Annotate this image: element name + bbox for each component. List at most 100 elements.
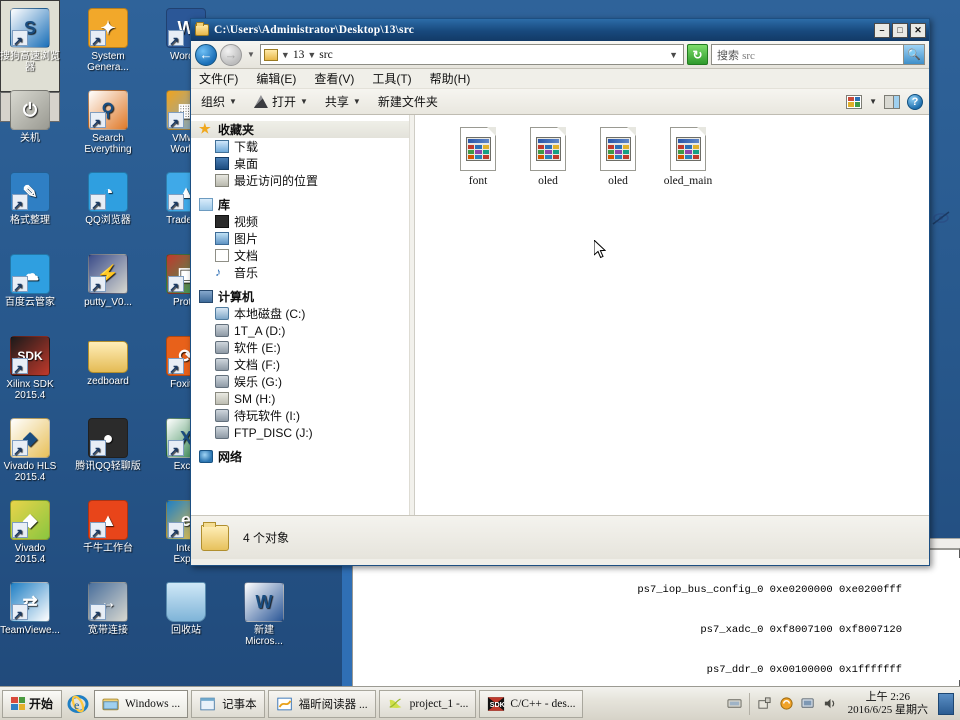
network-monitor-icon[interactable] xyxy=(727,696,742,711)
console-line: ps7_xadc_0 0xf8007100 0xf8007120 xyxy=(700,624,902,637)
nav-item[interactable]: 本地磁盘 (C:) xyxy=(191,305,414,322)
nav-group: 网络 xyxy=(191,448,414,465)
nav-item[interactable]: 娱乐 (G:) xyxy=(191,373,414,390)
start-button[interactable]: 开始 xyxy=(2,689,63,718)
menu-tools[interactable]: 工具(T) xyxy=(372,70,411,87)
teamviewer-icon: ⇄ xyxy=(10,582,50,622)
new-folder-button[interactable]: 新建文件夹 xyxy=(374,91,442,112)
nav-item[interactable]: 下载 xyxy=(191,138,414,155)
nav-group-header[interactable]: ★ 收藏夹 xyxy=(191,121,414,138)
taskbar-button[interactable]: Windows ... xyxy=(94,689,189,718)
sdk-icon: SDK xyxy=(10,336,50,376)
nav-item[interactable]: 待玩软件 (I:) xyxy=(191,407,414,424)
open-button[interactable]: 打开 ▼ xyxy=(250,91,312,112)
menu-edit[interactable]: 编辑(E) xyxy=(256,70,296,87)
putty-icon: ⚡ xyxy=(88,254,128,294)
organize-button[interactable]: 组织 ▼ xyxy=(197,91,241,112)
file-item[interactable]: oled xyxy=(583,127,653,187)
nav-item-label: 最近访问的位置 xyxy=(234,174,319,188)
nav-group-header[interactable]: 网络 xyxy=(191,448,414,465)
desktop-icon-label-line2: Genera... xyxy=(87,62,129,73)
nav-item-label: 待玩软件 (I:) xyxy=(234,409,300,423)
nav-item[interactable]: 文档 xyxy=(191,247,414,264)
internet-explorer-icon[interactable]: e xyxy=(65,690,91,718)
sdk-icon: SDK xyxy=(487,696,506,712)
menu-file[interactable]: 文件(F) xyxy=(199,70,238,87)
nav-item[interactable]: 文档 (F:) xyxy=(191,356,414,373)
nav-item[interactable]: 桌面 xyxy=(191,155,414,172)
taskbar-button-label: 福昕阅读器 ... xyxy=(298,698,368,711)
address-dropdown-icon[interactable]: ▼ xyxy=(669,50,680,60)
show-desktop-button[interactable] xyxy=(938,692,954,715)
desktop-icon-label-line2: 2015.4 xyxy=(14,554,46,565)
taskbar-button[interactable]: project_1 -... xyxy=(378,689,477,718)
nav-item-label: 音乐 xyxy=(234,266,259,280)
network-icon xyxy=(199,450,213,463)
view-mode-icon[interactable] xyxy=(846,94,863,109)
volume-icon[interactable] xyxy=(823,696,838,711)
file-list-pane[interactable]: font oled oled oled_main xyxy=(415,115,929,515)
taskbar-button[interactable]: 福昕阅读器 ... xyxy=(267,689,376,718)
nav-item[interactable]: SM (H:) xyxy=(191,390,414,407)
refresh-button[interactable]: ↻ xyxy=(687,44,708,65)
nav-item[interactable]: 1T_A (D:) xyxy=(191,322,414,339)
chevron-down-icon: ▼ xyxy=(352,97,361,106)
navigation-pane-scrollbar[interactable] xyxy=(409,115,414,515)
svg-text:SDK: SDK xyxy=(490,700,505,709)
generic-file-icon xyxy=(460,127,496,171)
window-titlebar[interactable]: C:\Users\Administrator\Desktop\13\src – … xyxy=(191,19,929,41)
breadcrumb-item-src[interactable]: src xyxy=(319,49,332,61)
display-icon[interactable] xyxy=(801,696,816,711)
back-button[interactable]: ← xyxy=(195,43,217,66)
command-toolbar: 组织 ▼ 打开 ▼ 共享 ▼ 新建文件夹 ▼ ? xyxy=(191,89,929,115)
folder-icon xyxy=(88,341,128,373)
menu-help[interactable]: 帮助(H) xyxy=(430,70,471,87)
recent-pages-button[interactable]: ▼ xyxy=(245,50,257,59)
nav-item[interactable]: 视频 xyxy=(191,213,414,230)
preview-pane-icon[interactable] xyxy=(884,94,900,109)
close-button[interactable]: ✕ xyxy=(910,22,926,38)
nav-group-header[interactable]: 计算机 xyxy=(191,288,414,305)
maximize-button[interactable]: □ xyxy=(892,22,908,38)
menu-bar: 文件(F) 编辑(E) 查看(V) 工具(T) 帮助(H) xyxy=(191,69,929,89)
taskbar-button-group: Windows ... 记事本 福昕阅读器 ... project_1 -... SDK… xyxy=(94,689,584,718)
nav-item-label: 文档 (F:) xyxy=(234,358,280,372)
desktop-icon[interactable]: W 新建 Micros... xyxy=(218,582,310,647)
desktop-icon xyxy=(215,157,229,170)
taskbar-button[interactable]: 记事本 xyxy=(191,689,265,718)
forward-button[interactable]: → xyxy=(220,43,242,66)
search-input[interactable]: 搜索 src 🔍 xyxy=(711,44,925,65)
nav-item[interactable]: 最近访问的位置 xyxy=(191,172,414,189)
help-icon[interactable]: ? xyxy=(907,93,923,110)
safely-remove-icon[interactable] xyxy=(757,696,772,711)
sogou-icon: S xyxy=(10,8,50,48)
explorer-window[interactable]: C:\Users\Administrator\Desktop\13\src – … xyxy=(190,18,930,566)
pictures-icon xyxy=(215,232,229,245)
foxit-reader-icon xyxy=(276,696,294,712)
navigation-pane[interactable]: ★ 收藏夹 下载 桌面最近访问的位置库视频 图片 文档 ♪ 音乐计算机 本地磁盘 (C:) 1T_… xyxy=(191,115,415,515)
nav-item-label: 1T_A (D:) xyxy=(234,323,286,338)
file-item[interactable]: font xyxy=(443,127,513,187)
video-icon xyxy=(215,215,229,228)
share-button[interactable]: 共享 ▼ xyxy=(321,91,365,112)
nav-item-label: 娱乐 (G:) xyxy=(234,375,282,389)
qqbrowser-icon: ◔ xyxy=(88,172,128,212)
nav-item[interactable]: 软件 (E:) xyxy=(191,339,414,356)
clock[interactable]: 上午 2:26 2016/6/25 星期六 xyxy=(845,691,931,717)
search-icon[interactable]: 🔍 xyxy=(903,45,924,64)
nav-item[interactable]: 图片 xyxy=(191,230,414,247)
file-item[interactable]: oled_main xyxy=(653,127,723,187)
nav-group-header[interactable]: 库 xyxy=(191,196,414,213)
hidden-eye-icon xyxy=(932,211,950,225)
address-bar[interactable]: ▼ 13 ▼ src ▼ xyxy=(259,44,684,65)
file-item[interactable]: oled xyxy=(513,127,583,187)
chevron-down-icon[interactable]: ▼ xyxy=(869,97,877,106)
nav-item[interactable]: ♪ 音乐 xyxy=(191,264,414,281)
taskbar-button[interactable]: SDK C/C++ - des... xyxy=(479,689,584,718)
update-icon[interactable] xyxy=(779,696,794,711)
desktop-icon-label: 回收站 xyxy=(171,625,201,636)
minimize-button[interactable]: – xyxy=(874,22,890,38)
menu-view[interactable]: 查看(V) xyxy=(314,70,354,87)
nav-item[interactable]: FTP_DISC (J:) xyxy=(191,424,414,441)
breadcrumb-item-13[interactable]: 13 xyxy=(293,49,305,61)
